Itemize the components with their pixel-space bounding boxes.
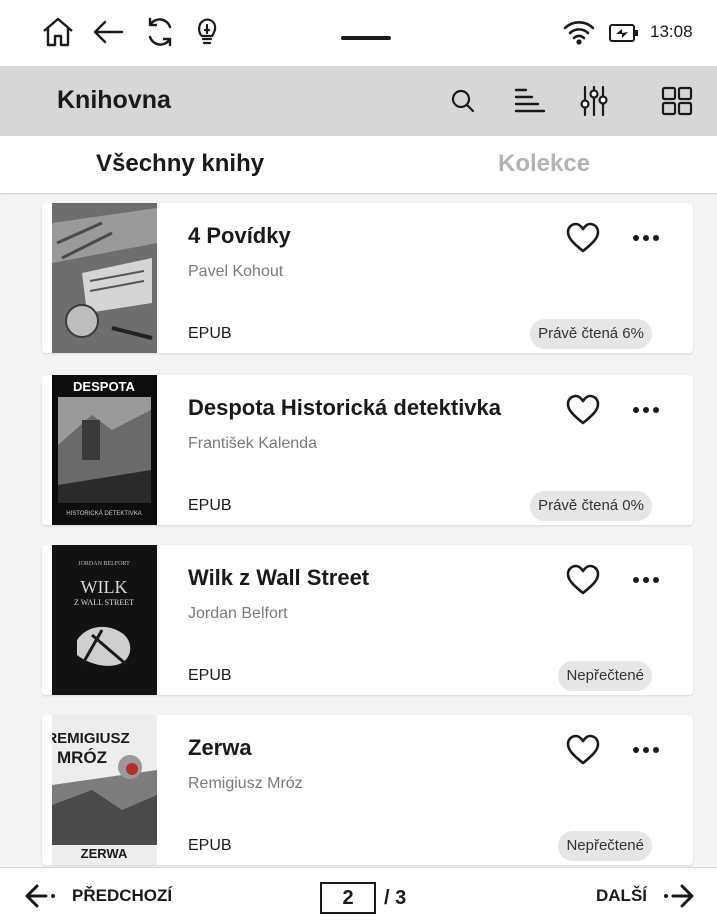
book-title: 4 Povídky	[188, 223, 291, 248]
filter-sliders-icon	[580, 85, 608, 117]
favorite-button[interactable]	[565, 733, 601, 767]
home-icon[interactable]	[40, 14, 76, 50]
book-list[interactable]: 4 Povídky Pavel Kohout EPUB Právě čtená …	[0, 195, 717, 867]
book-card[interactable]: REMIGIUSZ MRÓZ ZERWA Zerwa Remigiusz Mró…	[42, 715, 693, 865]
book-card[interactable]: DESPOTA HISTORICKÁ DETEKTIVKA Despota Hi…	[42, 375, 693, 525]
previous-page-label: PŘEDCHOZÍ	[72, 886, 173, 905]
refresh-icon[interactable]	[142, 14, 178, 50]
book-title: Wilk z Wall Street	[188, 565, 370, 590]
more-options-button[interactable]	[629, 399, 663, 421]
book-author: Remigiusz Mróz	[188, 775, 303, 792]
favorite-button[interactable]	[565, 221, 601, 255]
book-cover[interactable]	[52, 203, 157, 353]
app-bar: Knihovna	[0, 66, 717, 136]
heart-icon	[566, 222, 600, 253]
svg-text:Z WALL STREET: Z WALL STREET	[74, 598, 134, 607]
reading-status-badge: Právě čtená 6%	[530, 319, 652, 349]
reading-status-badge: Nepřečtené	[558, 831, 652, 861]
next-page-label: DALŠÍ	[596, 886, 647, 905]
total-pages: / 3	[384, 886, 407, 909]
favorite-button[interactable]	[565, 393, 601, 427]
filter-button[interactable]	[573, 81, 615, 121]
sort-lines-icon	[514, 88, 546, 113]
more-options-button[interactable]	[629, 227, 663, 249]
book-author: František Kalenda	[188, 435, 317, 452]
book-author: Jordan Belfort	[188, 605, 288, 622]
current-page-input[interactable]: 2	[320, 882, 376, 914]
book-cover[interactable]: DESPOTA HISTORICKÁ DETEKTIVKA	[52, 375, 157, 525]
svg-text:REMIGIUSZ: REMIGIUSZ	[52, 730, 130, 747]
page-title: Knihovna	[57, 86, 171, 114]
tab-collections[interactable]: Kolekce	[498, 150, 590, 178]
heart-icon	[566, 394, 600, 425]
wifi-icon	[563, 18, 595, 46]
book-card[interactable]: JORDAN BELFORT WILK Z WALL STREET Wilk z…	[42, 545, 693, 695]
pull-down-handle[interactable]	[341, 36, 391, 40]
next-page-button[interactable]: DALŠÍ	[596, 878, 695, 914]
heart-icon	[566, 564, 600, 595]
svg-text:MRÓZ: MRÓZ	[57, 748, 107, 767]
grid-view-button[interactable]	[656, 81, 698, 121]
book-format: EPUB	[188, 325, 232, 342]
battery-charging-icon	[608, 22, 640, 44]
book-title: Despota Historická detektivka	[188, 395, 502, 420]
search-icon	[451, 89, 475, 113]
svg-text:JORDAN BELFORT: JORDAN BELFORT	[78, 561, 130, 567]
tab-all-books[interactable]: Všechny knihy	[96, 150, 264, 178]
book-cover[interactable]: JORDAN BELFORT WILK Z WALL STREET	[52, 545, 157, 695]
book-format: EPUB	[188, 837, 232, 854]
book-format: EPUB	[188, 667, 232, 684]
status-bar: 13:08	[0, 0, 717, 66]
book-author: Pavel Kohout	[188, 263, 284, 280]
frontlight-bulb-icon[interactable]	[190, 14, 226, 50]
more-options-button[interactable]	[629, 739, 663, 761]
reading-status-badge: Právě čtená 0%	[530, 491, 652, 521]
library-tabs: Všechny knihy Kolekce	[0, 136, 717, 194]
clock: 13:08	[650, 22, 693, 41]
heart-icon	[566, 734, 600, 765]
svg-text:ZERWA: ZERWA	[81, 846, 128, 861]
favorite-button[interactable]	[565, 563, 601, 597]
previous-page-button[interactable]: PŘEDCHOZÍ	[24, 878, 172, 914]
search-button[interactable]	[442, 81, 484, 121]
book-card[interactable]: 4 Povídky Pavel Kohout EPUB Právě čtená …	[42, 203, 693, 353]
svg-text:WILK: WILK	[81, 577, 128, 597]
book-cover[interactable]: REMIGIUSZ MRÓZ ZERWA	[52, 715, 157, 865]
arrow-right-icon	[655, 881, 695, 911]
svg-text:HISTORICKÁ DETEKTIVKA: HISTORICKÁ DETEKTIVKA	[66, 510, 142, 517]
book-format: EPUB	[188, 497, 232, 514]
back-arrow-icon[interactable]	[90, 14, 126, 50]
svg-text:DESPOTA: DESPOTA	[73, 379, 135, 394]
grid-view-icon	[661, 86, 693, 116]
reading-status-badge: Nepřečtené	[558, 661, 652, 691]
sort-button[interactable]	[508, 81, 550, 121]
page-indicator: 2 / 3	[320, 880, 416, 916]
book-title: Zerwa	[188, 735, 252, 760]
more-options-button[interactable]	[629, 569, 663, 591]
arrow-left-icon	[24, 881, 64, 911]
